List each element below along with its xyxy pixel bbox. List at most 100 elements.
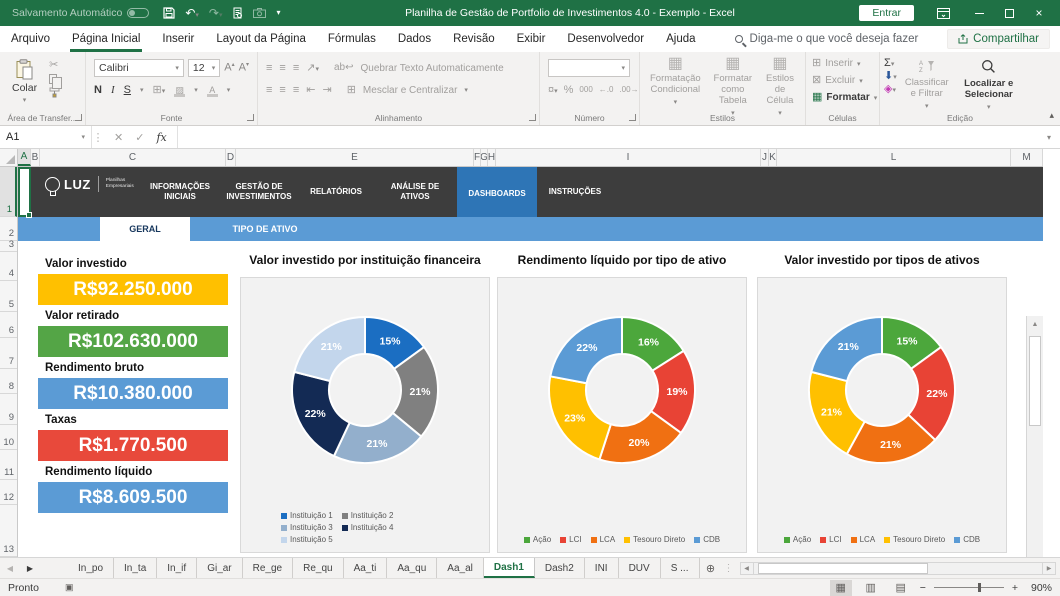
sheet-tab-aa-qu[interactable]: Aa_qu [387, 558, 437, 578]
ribbon-tab-desenvolvedor[interactable]: Desenvolvedor [556, 26, 655, 52]
wrap-text-button[interactable]: Quebrar Texto Automaticamente [361, 63, 504, 74]
sheet-tab-in-ta[interactable]: In_ta [114, 558, 157, 578]
scroll-left-icon[interactable]: ◀ [740, 562, 754, 575]
column-header-M[interactable]: M [1011, 149, 1043, 166]
normal-view-icon[interactable]: ▦ [830, 580, 852, 596]
sign-in-button[interactable]: Entrar [859, 5, 914, 21]
column-header-D[interactable]: D [226, 149, 236, 166]
print-preview-icon[interactable] [232, 7, 243, 19]
ribbon-tab-página-inicial[interactable]: Página Inicial [61, 26, 151, 52]
column-header-B[interactable]: B [31, 149, 40, 166]
align-left-icon[interactable]: ≡ [266, 85, 272, 96]
cancel-icon[interactable]: ✕ [114, 131, 123, 144]
sheet-nav-left-icon[interactable]: ◀ [0, 558, 20, 578]
sheet-tab-dash1[interactable]: Dash1 [484, 558, 535, 578]
ribbon-tab-ajuda[interactable]: Ajuda [655, 26, 706, 52]
column-header-A[interactable]: A [18, 149, 31, 166]
underline-dropdown-icon[interactable]: ▾ [140, 86, 144, 94]
zoom-out-icon[interactable]: − [920, 582, 926, 594]
align-top-icon[interactable]: ≡ [266, 63, 272, 74]
align-center-icon[interactable]: ≡ [279, 85, 285, 96]
sheet-nav-right-icon[interactable]: ▶ [20, 558, 40, 578]
page-break-view-icon[interactable]: ▤ [890, 580, 912, 596]
row-header-1[interactable]: 1 [0, 167, 17, 217]
horizontal-scrollbar[interactable]: ◀ ▶ [740, 558, 1060, 578]
cell-styles-button[interactable]: ▦ Estilos de Célula▾ [759, 54, 801, 113]
fill-icon[interactable]: ⬇▾ [884, 71, 897, 82]
scroll-right-icon[interactable]: ▶ [1042, 562, 1056, 575]
scroll-up-icon[interactable]: ▲ [1027, 316, 1043, 333]
column-header-L[interactable]: L [777, 149, 1011, 166]
paste-button[interactable]: Colar ▾ [6, 57, 43, 106]
select-all-corner[interactable] [0, 149, 18, 166]
borders-icon[interactable]: ⊞▾ [152, 85, 165, 96]
sub-tab-geral[interactable]: GERAL [100, 217, 190, 241]
sort-filter-button[interactable]: AZ Classificar e Filtrar▾ [897, 57, 957, 113]
comma-style-icon[interactable]: 000 [579, 86, 592, 94]
ribbon-tab-inserir[interactable]: Inserir [151, 26, 205, 52]
column-header-K[interactable]: K [769, 149, 777, 166]
increase-indent-icon[interactable]: ⇥ [322, 85, 331, 96]
new-sheet-button[interactable]: ⊕ [700, 558, 722, 578]
ribbon-tab-exibir[interactable]: Exibir [506, 26, 557, 52]
row-header-7[interactable]: 7 [0, 338, 17, 369]
ribbon-display-options-icon[interactable] [928, 1, 958, 25]
clipboard-dialog-launcher[interactable] [75, 114, 82, 121]
chart-panel[interactable]: 15%22%21%21%21%AçãoLCILCATesouro DiretoC… [757, 277, 1007, 553]
column-header-I[interactable]: I [496, 149, 761, 166]
autosum-icon[interactable]: Σ▾ [884, 58, 897, 69]
row-header-9[interactable]: 9 [0, 394, 17, 425]
chart-panel[interactable]: 16%19%20%23%22%AçãoLCILCATesouro DiretoC… [497, 277, 747, 553]
undo-button[interactable]: ↶▾ [185, 7, 199, 19]
sheet-tab-in-po[interactable]: In_po [68, 558, 114, 578]
merge-dropdown-icon[interactable]: ▾ [464, 86, 468, 94]
page-layout-view-icon[interactable]: ▥ [860, 580, 882, 596]
tell-me-search[interactable]: Diga-me o que você deseja fazer [735, 33, 919, 45]
align-middle-icon[interactable]: ≡ [279, 63, 285, 74]
fill-color-icon[interactable]: ▨ [174, 85, 185, 96]
grow-font-icon[interactable]: A▴ [224, 62, 234, 74]
sub-tab-tipo-de-ativo[interactable]: TIPO DE ATIVO [205, 217, 325, 241]
row-header-11[interactable]: 11 [0, 450, 17, 480]
close-button[interactable]: × [1024, 1, 1054, 25]
format-as-table-button[interactable]: ▦ Formatar como Tabela▾ [707, 54, 759, 113]
zoom-slider-thumb[interactable] [978, 583, 981, 592]
ribbon-tab-layout-da-página[interactable]: Layout da Página [205, 26, 317, 52]
font-dialog-launcher[interactable] [247, 114, 254, 121]
ribbon-tab-arquivo[interactable]: Arquivo [0, 26, 61, 52]
nav-tab-an-lise-de-ativos[interactable]: ANÁLISE DE ATIVOS [373, 167, 457, 217]
nav-tab-instru-es[interactable]: INSTRUÇÕES [537, 167, 613, 217]
enter-icon[interactable]: ✓ [135, 131, 144, 144]
italic-button[interactable]: I [111, 85, 115, 96]
sheet-tab-ini[interactable]: INI [585, 558, 619, 578]
share-button[interactable]: Compartilhar [947, 29, 1050, 49]
sheet-tab-gi-ar[interactable]: Gi_ar [197, 558, 242, 578]
formula-input[interactable] [178, 126, 1038, 148]
autosave-control[interactable]: Salvamento Automático [12, 7, 149, 19]
column-header-F[interactable]: F [474, 149, 481, 166]
merge-center-button[interactable]: Mesclar e Centralizar [363, 85, 457, 96]
bold-button[interactable]: N [94, 85, 102, 96]
shrink-font-icon[interactable]: A▾ [239, 62, 249, 74]
format-painter-icon[interactable] [49, 87, 60, 101]
column-header-C[interactable]: C [40, 149, 226, 166]
macro-record-icon[interactable]: ▣ [65, 582, 74, 593]
save-icon[interactable] [163, 7, 175, 19]
clear-icon[interactable]: ◈▾ [884, 84, 897, 95]
expand-formula-bar-icon[interactable]: ▾ [1038, 126, 1060, 148]
decrease-indent-icon[interactable]: ⇤ [306, 85, 315, 96]
vertical-scrollbar-thumb[interactable] [1029, 336, 1041, 426]
column-header-H[interactable]: H [488, 149, 496, 166]
column-header-G[interactable]: G [481, 149, 488, 166]
chart-panel[interactable]: 15%21%21%22%21%Instituição 1Instituição … [240, 277, 490, 553]
alignment-dialog-launcher[interactable] [529, 114, 536, 121]
sheet-tab-in-if[interactable]: In_if [157, 558, 197, 578]
insert-cells-button[interactable]: ⊞Inserir▾ [806, 55, 879, 72]
copy-icon[interactable] [49, 74, 57, 84]
nav-tab-dashboards[interactable]: DASHBOARDS [457, 167, 537, 221]
align-right-icon[interactable]: ≡ [293, 85, 299, 96]
collapse-ribbon-icon[interactable]: ▴ [1049, 110, 1054, 121]
column-header-J[interactable]: J [761, 149, 769, 166]
decrease-decimal-icon[interactable]: .00→ [619, 86, 638, 94]
sheet-tab-aa-al[interactable]: Aa_al [437, 558, 484, 578]
